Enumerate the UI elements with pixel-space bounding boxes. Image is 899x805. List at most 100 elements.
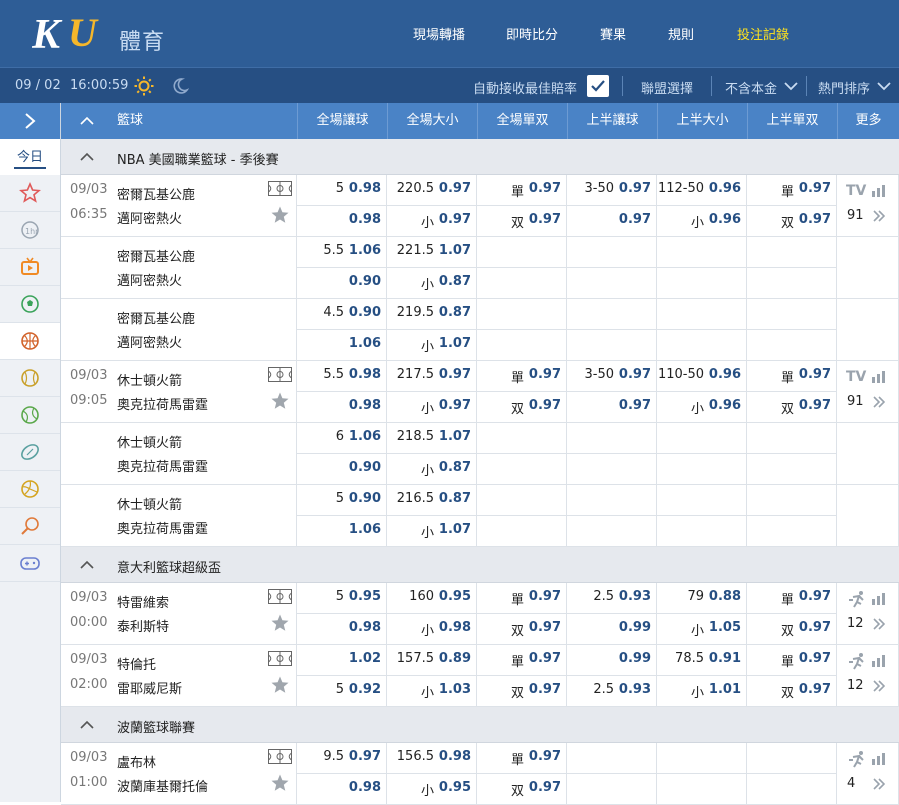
odds-cell[interactable]: 小 0.95	[387, 774, 477, 805]
chevron-up-icon[interactable]	[80, 560, 94, 569]
odds-cell[interactable]: 0.97	[567, 206, 657, 237]
odds-cell[interactable]: 小 1.05	[657, 614, 747, 645]
chevron-up-icon[interactable]	[80, 116, 94, 125]
more-cell[interactable]: 12	[837, 645, 899, 707]
favorite-star-icon[interactable]	[271, 392, 289, 410]
stats-bars-icon[interactable]	[872, 655, 886, 667]
odds-cell[interactable]: 3-50 0.97	[567, 175, 657, 206]
odds-cell[interactable]: 6 1.06	[297, 423, 387, 454]
sidebar-item-tennis[interactable]	[0, 397, 60, 434]
odds-cell[interactable]: 小 1.01	[657, 676, 747, 707]
odds-cell[interactable]: 0.99	[567, 614, 657, 645]
more-cell[interactable]: TV 91	[837, 361, 899, 423]
odds-cell[interactable]: 219.5 0.87	[387, 299, 477, 330]
odds-cell[interactable]: 9.5 0.97	[297, 743, 387, 774]
moon-icon[interactable]	[171, 77, 189, 95]
stats-bars-icon[interactable]	[872, 753, 886, 765]
live-animation-icon[interactable]	[847, 750, 867, 768]
stats-bars-icon[interactable]	[872, 371, 886, 383]
live-animation-icon[interactable]	[847, 590, 867, 608]
odds-cell[interactable]: 0.90	[297, 268, 387, 299]
odds-cell[interactable]: 小 0.96	[657, 206, 747, 237]
odds-cell[interactable]: 單 0.97	[477, 583, 567, 614]
odds-cell[interactable]: 單 0.97	[477, 645, 567, 676]
odds-cell[interactable]: 0.98	[297, 614, 387, 645]
odds-cell[interactable]: 4.5 0.90	[297, 299, 387, 330]
odds-cell[interactable]: 單 0.97	[747, 361, 837, 392]
league-header[interactable]: NBA 美國職業籃球 - 季後賽	[61, 139, 899, 175]
more-cell[interactable]: 12	[837, 583, 899, 645]
double-chevron-right-icon[interactable]	[873, 618, 885, 630]
more-cell[interactable]: 4	[837, 743, 899, 805]
chevron-down-icon[interactable]	[877, 82, 891, 91]
odds-cell[interactable]: 單 0.97	[747, 645, 837, 676]
odds-cell[interactable]: 156.5 0.98	[387, 743, 477, 774]
odds-cell[interactable]: 5.5 1.06	[297, 237, 387, 268]
more-cell[interactable]: TV 91	[837, 175, 899, 237]
sidebar-today-tab[interactable]: 今日	[0, 139, 60, 175]
odds-cell[interactable]: 双 0.97	[747, 614, 837, 645]
double-chevron-right-icon[interactable]	[873, 778, 885, 790]
odds-cell[interactable]: 218.5 1.07	[387, 423, 477, 454]
odds-cell[interactable]: 221.5 1.07	[387, 237, 477, 268]
nav-rules[interactable]: 規則	[668, 24, 694, 43]
odds-cell[interactable]: 双 0.97	[477, 206, 567, 237]
favorite-star-icon[interactable]	[271, 206, 289, 224]
nav-results[interactable]: 賽果	[600, 24, 626, 43]
sidebar-expand-button[interactable]	[0, 103, 60, 139]
odds-cell[interactable]: 220.5 0.97	[387, 175, 477, 206]
odds-cell[interactable]: 78.5 0.91	[657, 645, 747, 676]
odds-cell[interactable]: 0.98	[297, 392, 387, 423]
odds-cell[interactable]: 5 0.98	[297, 175, 387, 206]
odds-cell[interactable]: 小 1.07	[387, 330, 477, 361]
odds-cell[interactable]: 5.5 0.98	[297, 361, 387, 392]
odds-cell[interactable]: 單 0.97	[477, 175, 567, 206]
odds-cell[interactable]: 5 0.92	[297, 676, 387, 707]
double-chevron-right-icon[interactable]	[873, 680, 885, 692]
live-court-icon[interactable]	[268, 749, 292, 764]
chevron-down-icon[interactable]	[784, 82, 798, 91]
live-court-icon[interactable]	[268, 367, 292, 382]
nav-live-score[interactable]: 即時比分	[506, 24, 558, 43]
odds-cell[interactable]: 1.02	[297, 645, 387, 676]
league-select-button[interactable]: 聯盟選擇	[641, 78, 693, 97]
stats-bars-icon[interactable]	[872, 593, 886, 605]
odds-cell[interactable]: 單 0.97	[747, 583, 837, 614]
sidebar-item-star[interactable]	[0, 175, 60, 212]
sidebar-item-soccer[interactable]	[0, 286, 60, 323]
stats-bars-icon[interactable]	[872, 185, 886, 197]
odds-cell[interactable]: 小 0.96	[657, 392, 747, 423]
chevron-up-icon[interactable]	[80, 720, 94, 729]
odds-cell[interactable]: 双 0.97	[477, 392, 567, 423]
sidebar-item-basketball[interactable]	[0, 323, 60, 360]
odds-cell[interactable]: 1.06	[297, 330, 387, 361]
odds-cell[interactable]: 0.98	[297, 206, 387, 237]
odds-cell[interactable]: 小 0.87	[387, 454, 477, 485]
odds-cell[interactable]: 双 0.97	[747, 676, 837, 707]
odds-cell[interactable]: 單 0.97	[747, 175, 837, 206]
sun-icon[interactable]	[134, 76, 154, 96]
nav-live-stream[interactable]: 現場轉播	[413, 24, 465, 43]
league-header[interactable]: 波蘭籃球聯賽	[61, 707, 899, 743]
sidebar-item-one-hour[interactable]: 1hr	[0, 212, 60, 249]
principal-dropdown[interactable]: 不含本金	[725, 78, 777, 97]
odds-cell[interactable]: 双 0.97	[477, 676, 567, 707]
odds-cell[interactable]: 0.90	[297, 454, 387, 485]
odds-cell[interactable]: 小 1.03	[387, 676, 477, 707]
sidebar-item-football[interactable]	[0, 434, 60, 471]
favorite-star-icon[interactable]	[271, 774, 289, 792]
odds-cell[interactable]: 單 0.97	[477, 743, 567, 774]
chevron-up-icon[interactable]	[80, 152, 94, 161]
odds-cell[interactable]: 2.5 0.93	[567, 676, 657, 707]
league-header[interactable]: 意大利籃球超級盃	[61, 547, 899, 583]
odds-cell[interactable]: 110-50 0.96	[657, 361, 747, 392]
sidebar-item-badminton[interactable]	[0, 508, 60, 545]
odds-cell[interactable]: 217.5 0.97	[387, 361, 477, 392]
live-court-icon[interactable]	[268, 651, 292, 666]
odds-cell[interactable]: 双 0.97	[477, 774, 567, 805]
ku-logo[interactable]: K U	[32, 10, 107, 56]
sidebar-item-tv[interactable]	[0, 249, 60, 286]
sort-dropdown[interactable]: 熱門排序	[818, 78, 870, 97]
double-chevron-right-icon[interactable]	[873, 210, 885, 222]
odds-cell[interactable]: 5 0.90	[297, 485, 387, 516]
